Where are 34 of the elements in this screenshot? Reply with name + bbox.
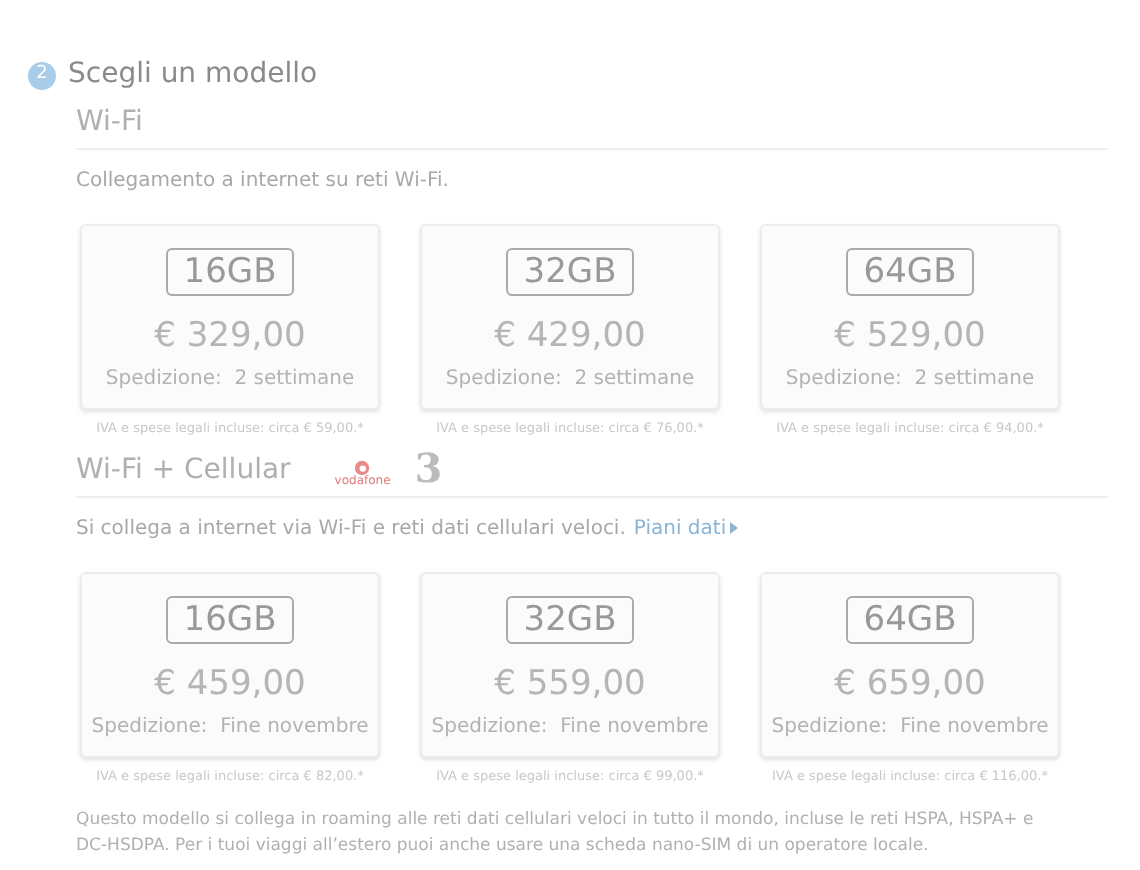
caret-icon [730, 522, 739, 535]
capacity-label: 64GB [845, 248, 975, 296]
price: € 659,00 [834, 663, 986, 704]
model-card[interactable]: 64GB € 529,00 Spedizione: 2 settimane [760, 224, 1060, 410]
shipping-info: Spedizione: Fine novembre [91, 713, 369, 742]
data-plans-link[interactable]: Piani dati [633, 513, 739, 544]
capacity-label: 32GB [505, 248, 635, 296]
step-title: Scegli un modello [68, 56, 318, 94]
capacity-label: 64GB [845, 595, 975, 644]
shipping-info: Spedizione: 2 settimane [785, 366, 1035, 394]
operator-logo: 3 [414, 447, 443, 488]
capacity-label: 32GB [505, 595, 635, 644]
model-card[interactable]: 64GB € 659,00 Spedizione: Fine novembre [760, 571, 1060, 758]
capacity-label: 16GB [165, 248, 295, 296]
model-card[interactable]: 32GB € 429,00 Spedizione: 2 settimane [420, 224, 720, 410]
model-card[interactable]: 16GB € 329,00 Spedizione: 2 settimane [80, 224, 380, 410]
model-card[interactable]: 16GB € 459,00 Spedizione: Fine novembre [80, 571, 380, 758]
shipping-info: Spedizione: Fine novembre [431, 713, 709, 742]
section-description: Collegamento a internet su reti Wi-Fi. [76, 168, 449, 196]
capacity-label: 16GB [165, 595, 295, 644]
price: € 529,00 [834, 316, 986, 356]
section-title: Wi-Fi [76, 104, 143, 140]
step-badge: 2 [28, 61, 56, 89]
price: € 429,00 [494, 316, 646, 356]
shipping-info: Spedizione: Fine novembre [771, 713, 1049, 742]
section-description: Si collega a internet via Wi-Fi e reti dati cellulari veloci. [76, 515, 626, 544]
section-title: Wi-Fi + Cellular [76, 451, 291, 488]
roaming-note: Questo modello si collega in roaming alle reti dati cellulari veloci in tutto il mondo, incluse le reti HSPA, HSPA+ e DC-HSDPA. Per i tuoi viaggi all’estero puoi anche usare una scheda nano-SIM di un operatore locale. [74, 807, 1036, 859]
shipping-info: Spedizione: 2 settimane [105, 366, 355, 394]
price: € 329,00 [154, 316, 306, 356]
price: € 459,00 [154, 663, 306, 704]
price: € 559,00 [494, 663, 646, 704]
shipping-info: Spedizione: 2 settimane [445, 366, 695, 394]
model-card[interactable]: 32GB € 559,00 Spedizione: Fine novembre [420, 571, 720, 758]
